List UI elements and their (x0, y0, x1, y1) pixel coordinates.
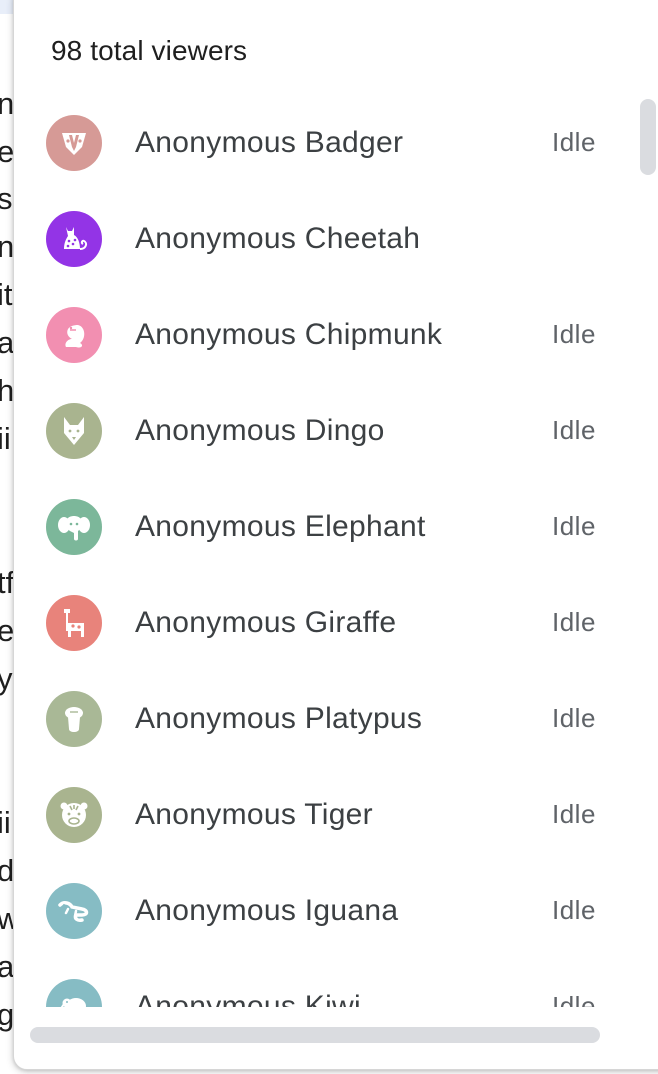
viewers-list: Anonymous Badger Idle Anonymous Cheetah (14, 95, 634, 1007)
bg-char: it (0, 277, 13, 312)
platypus-icon (65, 707, 83, 732)
badger-avatar (46, 115, 102, 171)
viewer-row-badger[interactable]: Anonymous Badger Idle (14, 95, 634, 191)
viewer-status: Idle (552, 415, 596, 445)
giraffe-icon (64, 609, 84, 637)
viewer-name: Anonymous Elephant (135, 510, 426, 543)
viewer-status: Idle (552, 703, 596, 733)
viewer-status: Idle (552, 127, 596, 157)
viewer-row-elephant[interactable]: Anonymous Elephant Idle (14, 479, 634, 575)
bg-char: ii (0, 421, 11, 456)
badger-icon (62, 133, 86, 155)
viewer-name: Anonymous Platypus (135, 702, 423, 735)
viewer-status: Idle (552, 991, 596, 1007)
viewer-status: Idle (552, 511, 596, 541)
viewer-row-chipmunk[interactable]: Anonymous Chipmunk Idle (14, 287, 634, 383)
elephant-avatar (46, 499, 102, 555)
viewer-status: Idle (552, 799, 596, 829)
viewers-panel: 98 total viewers Anonymous Badger Idle A… (13, 0, 658, 1070)
dingo-avatar (46, 403, 102, 459)
viewer-name: Anonymous Tiger (135, 798, 373, 831)
viewer-name: Anonymous Giraffe (135, 606, 397, 639)
bg-char: ii (0, 805, 11, 840)
elephant-icon (58, 516, 90, 541)
viewer-name: Anonymous Badger (135, 126, 404, 159)
viewer-status: Idle (552, 319, 596, 349)
viewers-count-title: 98 total viewers (51, 35, 248, 66)
bg-char: s (0, 181, 13, 216)
viewer-name: Anonymous Chipmunk (135, 318, 443, 351)
kiwi-icon (60, 998, 86, 1007)
viewer-row-cheetah[interactable]: Anonymous Cheetah (14, 191, 634, 287)
horizontal-scrollbar[interactable] (30, 1027, 600, 1043)
dingo-icon (64, 417, 84, 445)
giraffe-avatar (46, 595, 102, 651)
viewer-row-iguana[interactable]: Anonymous Iguana Idle (14, 863, 634, 959)
iguana-icon (58, 901, 89, 922)
chipmunk-icon (65, 325, 85, 348)
viewer-row-dingo[interactable]: Anonymous Dingo Idle (14, 383, 634, 479)
cheetah-avatar (46, 211, 102, 267)
platypus-avatar (46, 691, 102, 747)
vertical-scrollbar[interactable] (640, 99, 656, 175)
viewer-name: Anonymous Iguana (135, 894, 399, 927)
viewer-status: Idle (552, 895, 596, 925)
viewer-name: Anonymous Kiwi (135, 990, 361, 1007)
viewer-row-tiger[interactable]: Anonymous Tiger Idle (14, 767, 634, 863)
viewer-row-giraffe[interactable]: Anonymous Giraffe Idle (14, 575, 634, 671)
tiger-icon (60, 802, 88, 827)
kiwi-avatar (46, 979, 102, 1007)
viewer-row-platypus[interactable]: Anonymous Platypus Idle (14, 671, 634, 767)
chipmunk-avatar (46, 307, 102, 363)
viewer-name: Anonymous Cheetah (135, 222, 421, 255)
tiger-avatar (46, 787, 102, 843)
viewer-name: Anonymous Dingo (135, 414, 385, 447)
viewer-row-kiwi[interactable]: Anonymous Kiwi Idle (14, 959, 634, 1007)
cheetah-icon (64, 227, 88, 250)
viewer-status: Idle (552, 607, 596, 637)
iguana-avatar (46, 883, 102, 939)
